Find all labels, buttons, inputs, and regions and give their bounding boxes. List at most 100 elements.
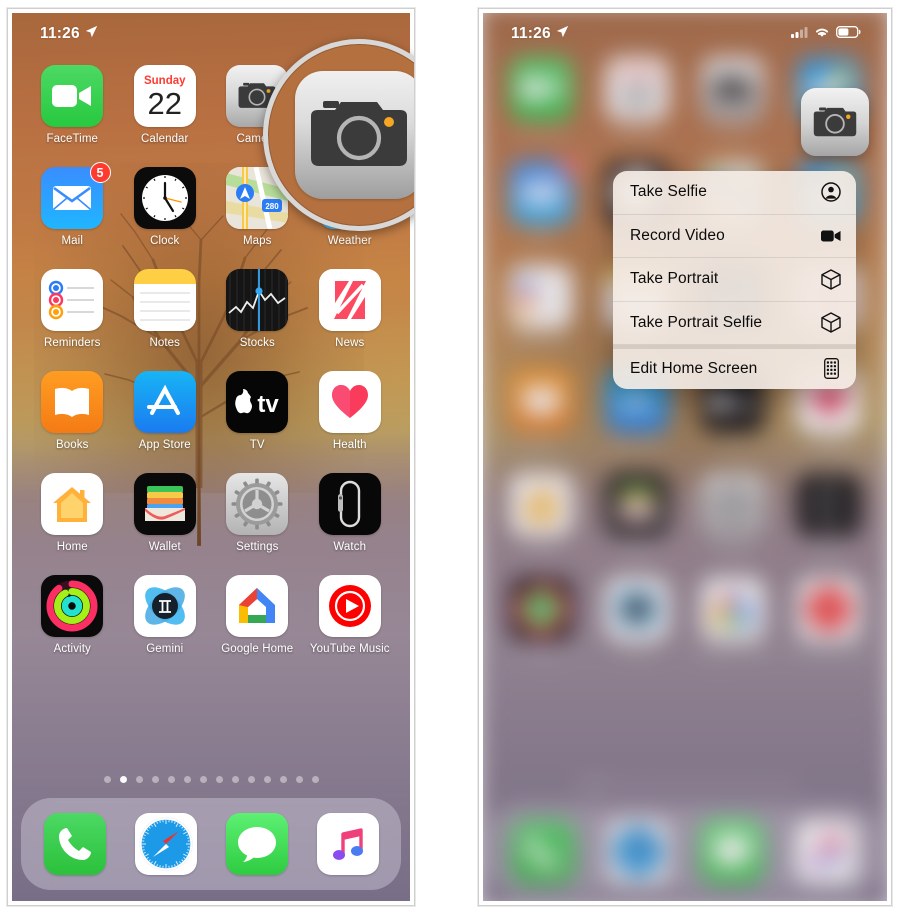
- app-label: Mail: [61, 235, 83, 247]
- gemini-icon[interactable]: [133, 575, 196, 637]
- calendar-date: 22: [147, 85, 182, 121]
- camera-icon[interactable]: [295, 71, 414, 199]
- menu-item-label: Take Portrait Selfie: [630, 313, 763, 331]
- cellular-bars-icon: [791, 25, 808, 43]
- camera-icon-focused[interactable]: [801, 88, 869, 156]
- calendar-icon[interactable]: Sunday 22: [133, 65, 196, 127]
- messages-bubble-icon[interactable]: [225, 813, 288, 875]
- phone-icon[interactable]: [43, 813, 106, 875]
- app-icon-gemini[interactable]: Gemini: [119, 575, 212, 655]
- app-icon-facetime[interactable]: FaceTime: [26, 65, 119, 145]
- reminders-icon[interactable]: [41, 269, 104, 331]
- google-home-icon[interactable]: [226, 575, 289, 637]
- selfie-person-icon: [821, 182, 841, 202]
- app-label: Calendar: [141, 133, 189, 145]
- app-label: Maps: [242, 235, 272, 247]
- status-bar-right-left-group: 11:26: [511, 25, 569, 43]
- app-label: TV: [249, 439, 265, 451]
- page-dot[interactable]: [135, 776, 143, 783]
- page-dot[interactable]: [279, 776, 287, 783]
- home-icon[interactable]: [41, 473, 104, 535]
- app-icon-youtube-music[interactable]: YouTube Music: [304, 575, 397, 655]
- page-dot[interactable]: [151, 776, 159, 783]
- app-icon-google-home[interactable]: Google Home: [211, 575, 304, 655]
- app-icon-wallet[interactable]: Wallet: [119, 473, 212, 553]
- app-label: Gemini: [146, 643, 184, 655]
- youtube-music-icon[interactable]: [318, 575, 381, 637]
- page-dot[interactable]: [311, 776, 319, 783]
- menu-item-record-video[interactable]: Record Video: [613, 215, 856, 258]
- wallet-icon[interactable]: [133, 473, 196, 535]
- menu-item-label: Edit Home Screen: [630, 359, 758, 377]
- app-icon-reminders[interactable]: Reminders: [26, 269, 119, 349]
- app-icon-notes[interactable]: Notes: [119, 269, 212, 349]
- stocks-icon[interactable]: [226, 269, 289, 331]
- app-label: Weather: [327, 235, 372, 247]
- app-label: Watch: [333, 541, 367, 553]
- settings-gear-icon[interactable]: [226, 473, 289, 535]
- page-indicator-dots-left[interactable]: [12, 776, 410, 783]
- books-icon[interactable]: [41, 371, 104, 433]
- notes-icon[interactable]: [133, 269, 196, 331]
- clock-icon[interactable]: [133, 167, 196, 229]
- video-camera-icon: [821, 226, 841, 246]
- app-store-icon[interactable]: [133, 371, 196, 433]
- safari-compass-icon[interactable]: [134, 813, 197, 875]
- app-icon-home[interactable]: Home: [26, 473, 119, 553]
- facetime-icon[interactable]: [41, 65, 104, 127]
- menu-item-take-selfie[interactable]: Take Selfie: [613, 171, 856, 215]
- app-icon-settings[interactable]: Settings: [211, 473, 304, 553]
- app-label: Home: [56, 541, 88, 553]
- app-label: Activity: [53, 643, 91, 655]
- page-dot[interactable]: [119, 776, 127, 783]
- app-label: Wallet: [148, 541, 181, 553]
- app-label: Stocks: [239, 337, 275, 349]
- menu-item-take-portrait-selfie[interactable]: Take Portrait Selfie: [613, 302, 856, 345]
- app-icon-health[interactable]: Health: [304, 371, 397, 451]
- page-dot[interactable]: [167, 776, 175, 783]
- app-icon-calendar[interactable]: Sunday 22 Calendar: [119, 65, 212, 145]
- status-bar-left-group: 11:26: [40, 25, 98, 43]
- page-dot[interactable]: [231, 776, 239, 783]
- status-bar-right: 11:26: [483, 13, 887, 55]
- page-dot[interactable]: [183, 776, 191, 783]
- app-icon-activity[interactable]: Activity: [26, 575, 119, 655]
- page-dot[interactable]: [215, 776, 223, 783]
- page-dot[interactable]: [247, 776, 255, 783]
- app-label: Google Home: [221, 643, 294, 655]
- right-phone-screen: FaceTimeSunday22CalendarCameraWeather5Ma…: [483, 13, 887, 901]
- right-phone-panel: FaceTimeSunday22CalendarCameraWeather5Ma…: [478, 8, 892, 906]
- page-dot[interactable]: [103, 776, 111, 783]
- app-label: App Store: [138, 439, 191, 451]
- app-icon-mail[interactable]: 5 Mail: [26, 162, 119, 247]
- svg-text:280: 280: [266, 202, 280, 211]
- music-note-icon[interactable]: [316, 813, 379, 875]
- status-time: 11:26: [40, 25, 80, 42]
- apple-tv-icon[interactable]: tv: [226, 371, 289, 433]
- edit-home-screen-icon: [821, 358, 841, 380]
- menu-item-edit-home-screen[interactable]: Edit Home Screen: [613, 345, 856, 389]
- wifi-icon: [814, 25, 830, 43]
- app-icon-clock[interactable]: Clock: [119, 167, 212, 247]
- app-icon-watch[interactable]: Watch: [304, 473, 397, 553]
- location-arrow-icon: [556, 25, 569, 43]
- app-icon-books[interactable]: Books: [26, 371, 119, 451]
- status-time: 11:26: [511, 25, 551, 42]
- health-icon[interactable]: [318, 371, 381, 433]
- app-label: Reminders: [43, 337, 101, 349]
- app-icon-app-store[interactable]: App Store: [119, 371, 212, 451]
- app-icon-news[interactable]: News: [304, 269, 397, 349]
- app-label: FaceTime: [46, 133, 98, 145]
- cube-portrait-icon: [821, 312, 841, 333]
- app-icon-stocks[interactable]: Stocks: [211, 269, 304, 349]
- news-icon[interactable]: [318, 269, 381, 331]
- watch-icon[interactable]: [318, 473, 381, 535]
- page-dot[interactable]: [263, 776, 271, 783]
- activity-rings-icon[interactable]: [41, 575, 104, 637]
- page-dot[interactable]: [295, 776, 303, 783]
- page-dot[interactable]: [199, 776, 207, 783]
- screenshot-root: 11:26 FaceTimeSunday22CalendarCameraWeat…: [0, 0, 900, 914]
- menu-item-take-portrait[interactable]: Take Portrait: [613, 258, 856, 302]
- app-icon-tv[interactable]: tv TV: [211, 371, 304, 451]
- app-label: Notes: [149, 337, 181, 349]
